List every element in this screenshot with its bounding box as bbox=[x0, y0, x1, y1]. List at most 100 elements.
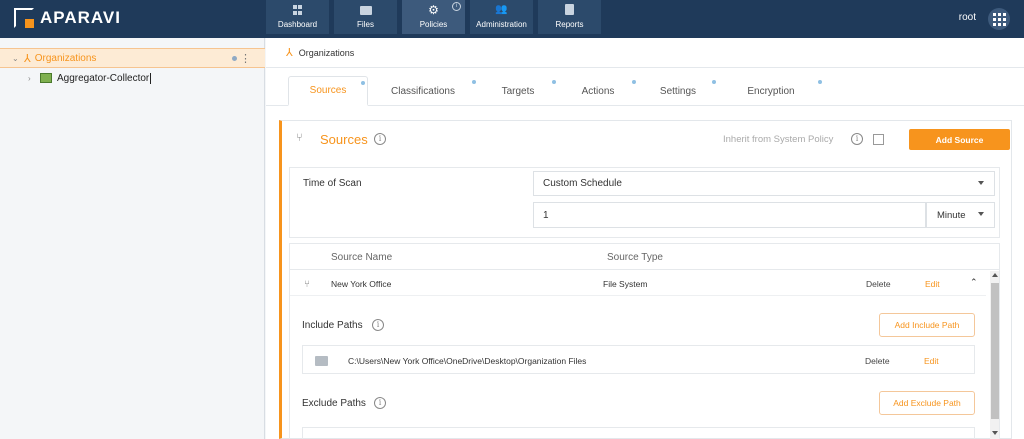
interval-value: 1 bbox=[543, 209, 549, 221]
folder-icon bbox=[315, 356, 328, 366]
inherit-checkbox[interactable] bbox=[873, 134, 884, 145]
info-icon[interactable]: i bbox=[372, 319, 384, 331]
nav-files[interactable]: Files bbox=[334, 0, 397, 34]
tree-item-label: Aggregator-Collector bbox=[57, 72, 150, 84]
source-icon: ⑂ bbox=[304, 279, 310, 290]
tab-settings[interactable]: Settings bbox=[638, 76, 718, 106]
include-path: C:\Users\New York Office\OneDrive\Deskto… bbox=[348, 356, 587, 366]
tab-label: Sources bbox=[309, 85, 347, 96]
dot-icon bbox=[632, 80, 636, 84]
scrollbar[interactable] bbox=[990, 271, 999, 439]
user-name[interactable]: root bbox=[959, 12, 976, 23]
status-dot-icon bbox=[232, 55, 237, 61]
policy-tabs: Sources Classifications Targets Actions … bbox=[288, 76, 824, 106]
tab-targets[interactable]: Targets bbox=[478, 76, 558, 106]
exclude-paths-label: Exclude Paths bbox=[302, 398, 366, 409]
tab-sources[interactable]: Sources bbox=[288, 76, 368, 106]
nav-administration[interactable]: 👥 Administration bbox=[470, 0, 533, 34]
logo-mark-icon bbox=[14, 8, 34, 28]
brand-logo[interactable]: APARAVI bbox=[14, 8, 121, 28]
dot-icon bbox=[552, 80, 556, 84]
sources-table: Source Name Source Type ⑂ New York Offic… bbox=[289, 243, 1000, 439]
add-source-button[interactable]: Add Source bbox=[909, 129, 1010, 150]
organization-icon: ⅄ bbox=[24, 52, 31, 65]
breadcrumb: ⅄ Organizations bbox=[266, 38, 1024, 68]
tree-item-organizations[interactable]: ⌄ ⅄ Organizations ⋮ bbox=[0, 48, 265, 68]
nav-policies-label: Policies bbox=[419, 20, 448, 29]
source-name: New York Office bbox=[331, 279, 392, 289]
include-paths-label: Include Paths bbox=[302, 320, 363, 331]
tab-label: Actions bbox=[581, 85, 615, 97]
dashboard-icon bbox=[293, 5, 303, 15]
unit-select[interactable]: Minute bbox=[926, 202, 995, 228]
sources-panel: ⑂ Sources i Inherit from System Policy i… bbox=[279, 120, 1012, 439]
tab-label: Settings bbox=[659, 85, 697, 97]
scroll-thumb[interactable] bbox=[991, 283, 999, 419]
column-source-name: Source Name bbox=[331, 252, 393, 263]
nav-files-label: Files bbox=[357, 20, 374, 29]
schedule-value: Custom Schedule bbox=[543, 178, 622, 189]
panel-title: Sources bbox=[320, 132, 368, 147]
gear-icon: ⚙ bbox=[428, 3, 439, 17]
collector-icon bbox=[40, 73, 52, 83]
schedule-select[interactable]: Custom Schedule bbox=[533, 171, 995, 196]
scroll-up-icon[interactable] bbox=[992, 273, 998, 277]
add-include-path-button[interactable]: Add Include Path bbox=[879, 313, 975, 337]
tab-label: Classifications bbox=[391, 85, 455, 97]
add-exclude-path-button[interactable]: Add Exclude Path bbox=[879, 391, 975, 415]
source-type: File System bbox=[603, 279, 648, 289]
dot-icon bbox=[472, 80, 476, 84]
time-of-scan-label: Time of Scan bbox=[303, 178, 362, 189]
dot-icon bbox=[818, 80, 822, 84]
chevron-up-icon[interactable]: ⌃ bbox=[970, 277, 978, 288]
table-header: Source Name Source Type bbox=[290, 244, 999, 270]
tree-item-aggregator[interactable]: › Aggregator-Collector bbox=[0, 68, 265, 88]
organization-icon: ⅄ bbox=[286, 47, 293, 59]
exclude-path-list bbox=[302, 427, 975, 439]
breadcrumb-label[interactable]: Organizations bbox=[299, 48, 355, 58]
info-icon[interactable]: i bbox=[374, 397, 386, 409]
kebab-menu-icon[interactable]: ⋮ bbox=[240, 52, 251, 65]
chevron-down-icon bbox=[978, 212, 984, 216]
users-icon: 👥 bbox=[495, 4, 508, 15]
time-of-scan-section: Time of Scan Custom Schedule 1 Minute bbox=[289, 167, 1000, 238]
main-content: ⅄ Organizations Sources Classifications … bbox=[266, 38, 1024, 439]
app-launcher-icon[interactable] bbox=[988, 8, 1010, 30]
nav-reports[interactable]: Reports bbox=[538, 0, 601, 34]
dot-icon bbox=[712, 80, 716, 84]
tab-label: Encryption bbox=[747, 85, 795, 97]
nav-dashboard[interactable]: Dashboard bbox=[266, 0, 329, 34]
panel-header: ⑂ Sources i Inherit from System Policy i… bbox=[282, 121, 1012, 157]
info-icon[interactable]: i bbox=[374, 133, 386, 145]
nav-administration-label: Administration bbox=[476, 20, 527, 29]
inherit-label: Inherit from System Policy bbox=[723, 134, 834, 145]
scroll-down-icon[interactable] bbox=[992, 431, 998, 435]
tab-encryption[interactable]: Encryption bbox=[718, 76, 824, 106]
brand-name: APARAVI bbox=[40, 8, 121, 27]
chevron-down-icon bbox=[978, 181, 984, 185]
tree-item-label: Organizations bbox=[34, 52, 97, 64]
tab-label: Targets bbox=[501, 85, 535, 97]
folder-icon bbox=[359, 6, 372, 15]
info-icon[interactable]: i bbox=[452, 2, 461, 11]
info-icon[interactable]: i bbox=[851, 133, 863, 145]
nav-policies[interactable]: i ⚙ Policies bbox=[402, 0, 465, 34]
include-path-row[interactable]: C:\Users\New York Office\OneDrive\Deskto… bbox=[302, 345, 975, 374]
delete-source-link[interactable]: Delete bbox=[866, 279, 891, 289]
column-source-type: Source Type bbox=[607, 252, 663, 263]
text-cursor bbox=[150, 72, 152, 84]
clipboard-icon bbox=[565, 4, 574, 15]
chevron-right-icon[interactable]: › bbox=[28, 74, 38, 83]
edit-path-link[interactable]: Edit bbox=[924, 356, 939, 366]
dot-icon bbox=[361, 81, 365, 85]
source-icon: ⑂ bbox=[296, 132, 303, 144]
table-row[interactable]: ⑂ New York Office File System Delete Edi… bbox=[290, 270, 986, 296]
edit-source-link[interactable]: Edit bbox=[925, 279, 940, 289]
chevron-down-icon[interactable]: ⌄ bbox=[12, 54, 22, 63]
tab-actions[interactable]: Actions bbox=[558, 76, 638, 106]
delete-path-link[interactable]: Delete bbox=[865, 356, 890, 366]
nav-dashboard-label: Dashboard bbox=[277, 20, 318, 29]
tab-classifications[interactable]: Classifications bbox=[368, 76, 478, 106]
main-nav: Dashboard Files i ⚙ Policies 👥 Administr… bbox=[266, 0, 606, 38]
interval-input[interactable]: 1 bbox=[533, 202, 926, 228]
